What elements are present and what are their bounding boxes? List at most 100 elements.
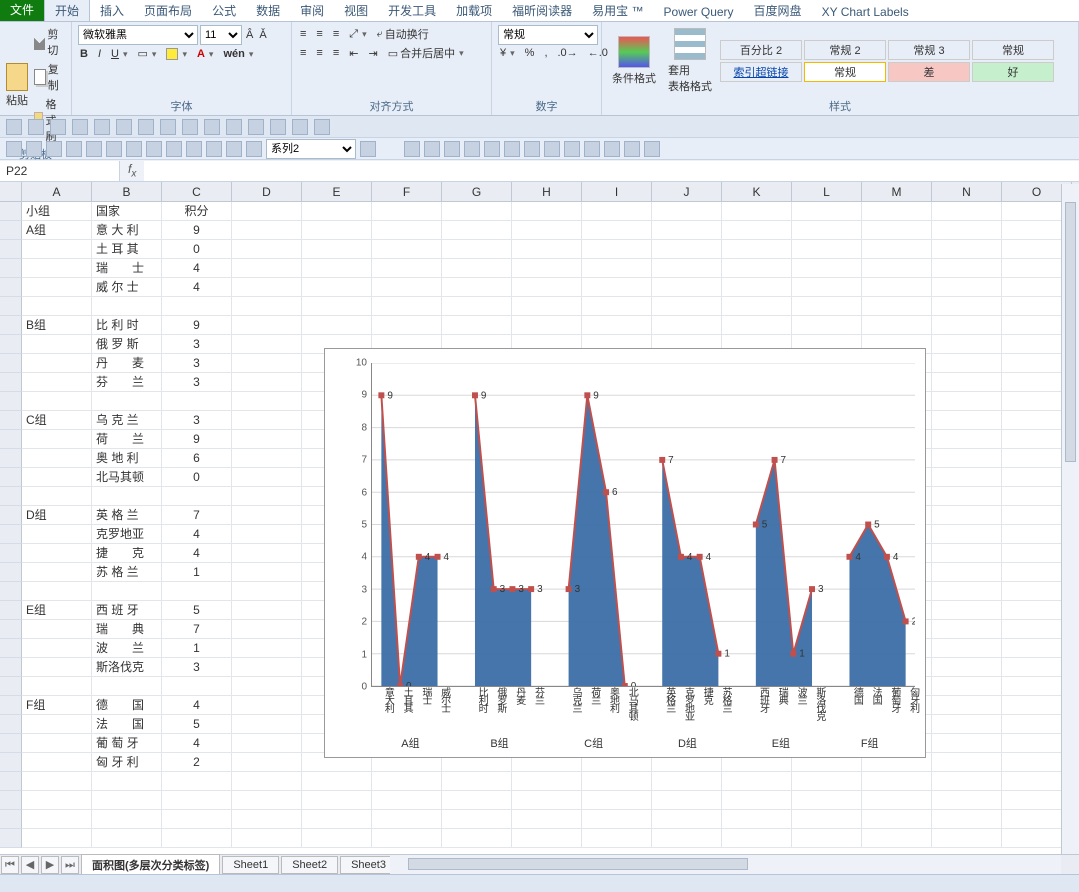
grid-cell[interactable] <box>582 316 652 335</box>
grid-cell[interactable] <box>372 240 442 259</box>
indent-inc-button[interactable]: ⇥ <box>366 46 379 61</box>
row-header[interactable] <box>0 202 22 221</box>
grid-cell[interactable]: 4 <box>162 278 232 297</box>
grid-cell[interactable]: 瑞 士 <box>92 259 162 278</box>
chart-series-select[interactable]: 系列2 <box>266 139 356 159</box>
grid-cell[interactable]: 比 利 时 <box>92 316 162 335</box>
percent-button[interactable]: % <box>523 46 537 60</box>
row-header[interactable] <box>0 677 22 696</box>
qat-icon[interactable] <box>166 141 182 157</box>
qat-icon[interactable] <box>66 141 82 157</box>
grid-cell[interactable] <box>372 297 442 316</box>
grid-cell[interactable] <box>302 278 372 297</box>
grid-cell[interactable] <box>792 316 862 335</box>
qat-icon[interactable] <box>504 141 520 157</box>
grid-cell[interactable] <box>22 563 92 582</box>
currency-button[interactable]: ¥ <box>498 46 517 60</box>
grid-cell[interactable] <box>722 259 792 278</box>
grid-cell[interactable] <box>932 468 1002 487</box>
grid-cell[interactable]: 7 <box>162 620 232 639</box>
tab-xyc[interactable]: XY Chart Labels <box>812 3 919 21</box>
grid-cell[interactable] <box>302 240 372 259</box>
grid-cell[interactable]: 0 <box>162 240 232 259</box>
grid-cell[interactable] <box>22 449 92 468</box>
tab-baidu[interactable]: 百度网盘 <box>744 0 812 21</box>
grid-cell[interactable]: 5 <box>162 715 232 734</box>
grid-cell[interactable] <box>232 810 302 829</box>
format-as-table-button[interactable]: 套用 表格格式 <box>664 26 716 96</box>
grid-cell[interactable] <box>232 639 302 658</box>
qat-icon[interactable] <box>206 141 222 157</box>
grid-cell[interactable] <box>512 278 582 297</box>
qat-icon[interactable] <box>6 119 22 135</box>
grid-cell[interactable] <box>442 278 512 297</box>
grid-cell[interactable] <box>722 240 792 259</box>
grid-cell[interactable] <box>232 430 302 449</box>
grid-cell[interactable] <box>932 335 1002 354</box>
row-header[interactable] <box>0 639 22 658</box>
tab-eyb[interactable]: 易用宝 ™ <box>582 0 653 21</box>
grid-cell[interactable] <box>932 487 1002 506</box>
grid-cell[interactable] <box>232 411 302 430</box>
grid-cell[interactable]: 3 <box>162 373 232 392</box>
grid-cell[interactable] <box>232 620 302 639</box>
grid-cell[interactable] <box>22 791 92 810</box>
grid-cell[interactable] <box>22 259 92 278</box>
grid-cell[interactable]: 芬 兰 <box>92 373 162 392</box>
grid-cell[interactable] <box>162 582 232 601</box>
grid-cell[interactable]: 乌 克 兰 <box>92 411 162 430</box>
grid-cell[interactable] <box>932 297 1002 316</box>
tab-formula[interactable]: 公式 <box>202 0 246 21</box>
grid-cell[interactable] <box>862 810 932 829</box>
grid-cell[interactable] <box>232 506 302 525</box>
grid-cell[interactable] <box>862 772 932 791</box>
grid-cell[interactable] <box>372 316 442 335</box>
grid-cell[interactable] <box>932 316 1002 335</box>
grid-cell[interactable] <box>722 810 792 829</box>
grid-cell[interactable]: 3 <box>162 335 232 354</box>
grid-cell[interactable] <box>442 791 512 810</box>
qat-icon[interactable] <box>26 141 42 157</box>
tab-pq[interactable]: Power Query <box>654 3 744 21</box>
qat-icon[interactable] <box>50 119 66 135</box>
qat-icon[interactable] <box>644 141 660 157</box>
grid-cell[interactable]: 4 <box>162 525 232 544</box>
column-header[interactable]: M <box>862 182 932 201</box>
grid-cell[interactable] <box>302 221 372 240</box>
grid-cell[interactable] <box>932 506 1002 525</box>
row-header[interactable] <box>0 582 22 601</box>
cell-style-link[interactable]: 索引超链接 <box>720 62 802 82</box>
decrease-font-button[interactable]: Ǎ <box>257 28 268 42</box>
grid-cell[interactable] <box>232 240 302 259</box>
grid-cell[interactable] <box>22 715 92 734</box>
row-header[interactable] <box>0 392 22 411</box>
name-box[interactable]: P22 <box>0 161 120 181</box>
grid-cell[interactable] <box>92 582 162 601</box>
column-header[interactable]: D <box>232 182 302 201</box>
row-header[interactable] <box>0 240 22 259</box>
grid-cell[interactable]: 威 尔 士 <box>92 278 162 297</box>
qat-icon[interactable] <box>624 141 640 157</box>
grid-cell[interactable] <box>932 525 1002 544</box>
grid-cell[interactable] <box>862 221 932 240</box>
align-top-button[interactable]: ≡ <box>298 27 308 41</box>
grid-cell[interactable] <box>232 829 302 848</box>
row-header[interactable] <box>0 620 22 639</box>
grid-cell[interactable] <box>372 202 442 221</box>
qat-icon[interactable] <box>28 119 44 135</box>
cell-style-selected[interactable]: 常规 <box>804 62 886 82</box>
grid-cell[interactable] <box>92 772 162 791</box>
grid-cell[interactable] <box>232 259 302 278</box>
qat-icon[interactable] <box>464 141 480 157</box>
cell-style-good[interactable]: 好 <box>972 62 1054 82</box>
row-header[interactable] <box>0 658 22 677</box>
grid-cell[interactable] <box>582 297 652 316</box>
grid-cell[interactable] <box>512 316 582 335</box>
grid-cell[interactable] <box>162 810 232 829</box>
number-format-select[interactable]: 常规 <box>498 25 598 45</box>
grid-cell[interactable] <box>862 259 932 278</box>
grid-cell[interactable] <box>162 392 232 411</box>
grid-cell[interactable] <box>862 240 932 259</box>
grid-cell[interactable] <box>932 411 1002 430</box>
grid-cell[interactable] <box>232 544 302 563</box>
